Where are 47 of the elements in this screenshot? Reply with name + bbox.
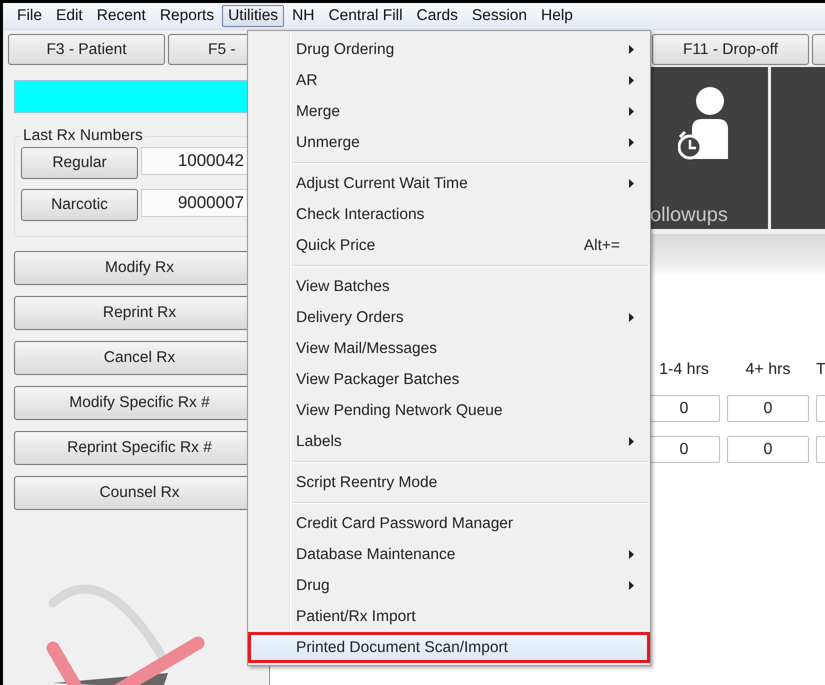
menu-item-label: View Batches	[296, 278, 391, 296]
group-title: Last Rx Numbers	[22, 127, 144, 145]
menu-item[interactable]: Credit Card Password Manager	[248, 508, 650, 539]
menu-item-label: Drug	[296, 576, 331, 594]
menu-item-label: Unmerge	[296, 134, 361, 152]
menu-item-label: AR	[296, 72, 319, 90]
menu-item-label: Merge	[296, 102, 341, 120]
rx-type-button[interactable]: Regular	[21, 147, 138, 179]
menu-item-label: Printed Document Scan/Import	[296, 638, 509, 656]
menu-item[interactable]: Help	[535, 5, 579, 27]
menu-item[interactable]: Utilities	[222, 5, 284, 27]
rx-type-button[interactable]: Narcotic	[21, 189, 138, 221]
menu-item-label: Adjust Current Wait Time	[296, 174, 469, 192]
count-field: 0	[727, 436, 809, 463]
menu-item-label: View Mail/Messages	[296, 340, 438, 358]
menu-item[interactable]: NH	[286, 5, 320, 27]
menu-item[interactable]: Merge	[248, 96, 650, 127]
function-key-button[interactable]: F11 - Drop-off	[652, 34, 809, 65]
menu-item[interactable]: Recent	[90, 5, 152, 27]
column-header: 4+ hrs	[744, 361, 792, 379]
menu-item[interactable]: File	[11, 5, 48, 27]
column-header: 1-4 hrs	[658, 361, 710, 379]
count-field: 0	[727, 395, 809, 422]
menu-item[interactable]: Central Fill	[322, 5, 409, 27]
menu-item[interactable]: AR	[248, 65, 650, 96]
menu-item[interactable]: Patient/Rx Import	[248, 601, 650, 632]
menu-item-label: Quick Price	[296, 236, 376, 254]
menu-item[interactable]: Reports	[154, 5, 220, 27]
menu-item-label: Database Maintenance	[296, 546, 456, 564]
menu-item[interactable]: Database Maintenance	[248, 539, 650, 570]
dashboard-tile[interactable]	[771, 67, 825, 229]
menu-item-label: View Pending Network Queue	[296, 402, 504, 420]
menu-item[interactable]: Cards	[410, 5, 464, 27]
shortcut-label: Alt+=	[584, 236, 620, 254]
followups-tile[interactable]: ollowups	[648, 67, 768, 229]
menu-item[interactable]: Printed Document Scan/Import	[248, 632, 650, 663]
menu-item-label: Credit Card Password Manager	[296, 514, 514, 532]
menu-item-label: Delivery Orders	[296, 308, 405, 326]
menu-item[interactable]: Drug	[248, 570, 650, 601]
menu-item-label: Patient/Rx Import	[296, 608, 417, 626]
menu-item[interactable]: Session	[466, 5, 534, 27]
menu-item-label: Labels	[296, 432, 343, 450]
menu-item-label: Script Reentry Mode	[296, 474, 438, 492]
menu-item-label: Check Interactions	[296, 206, 426, 224]
function-key-button[interactable]: F3 - Patient	[8, 34, 165, 65]
menu-item[interactable]: Edit	[50, 5, 89, 27]
menu-item-label: View Packager Batches	[296, 370, 460, 388]
